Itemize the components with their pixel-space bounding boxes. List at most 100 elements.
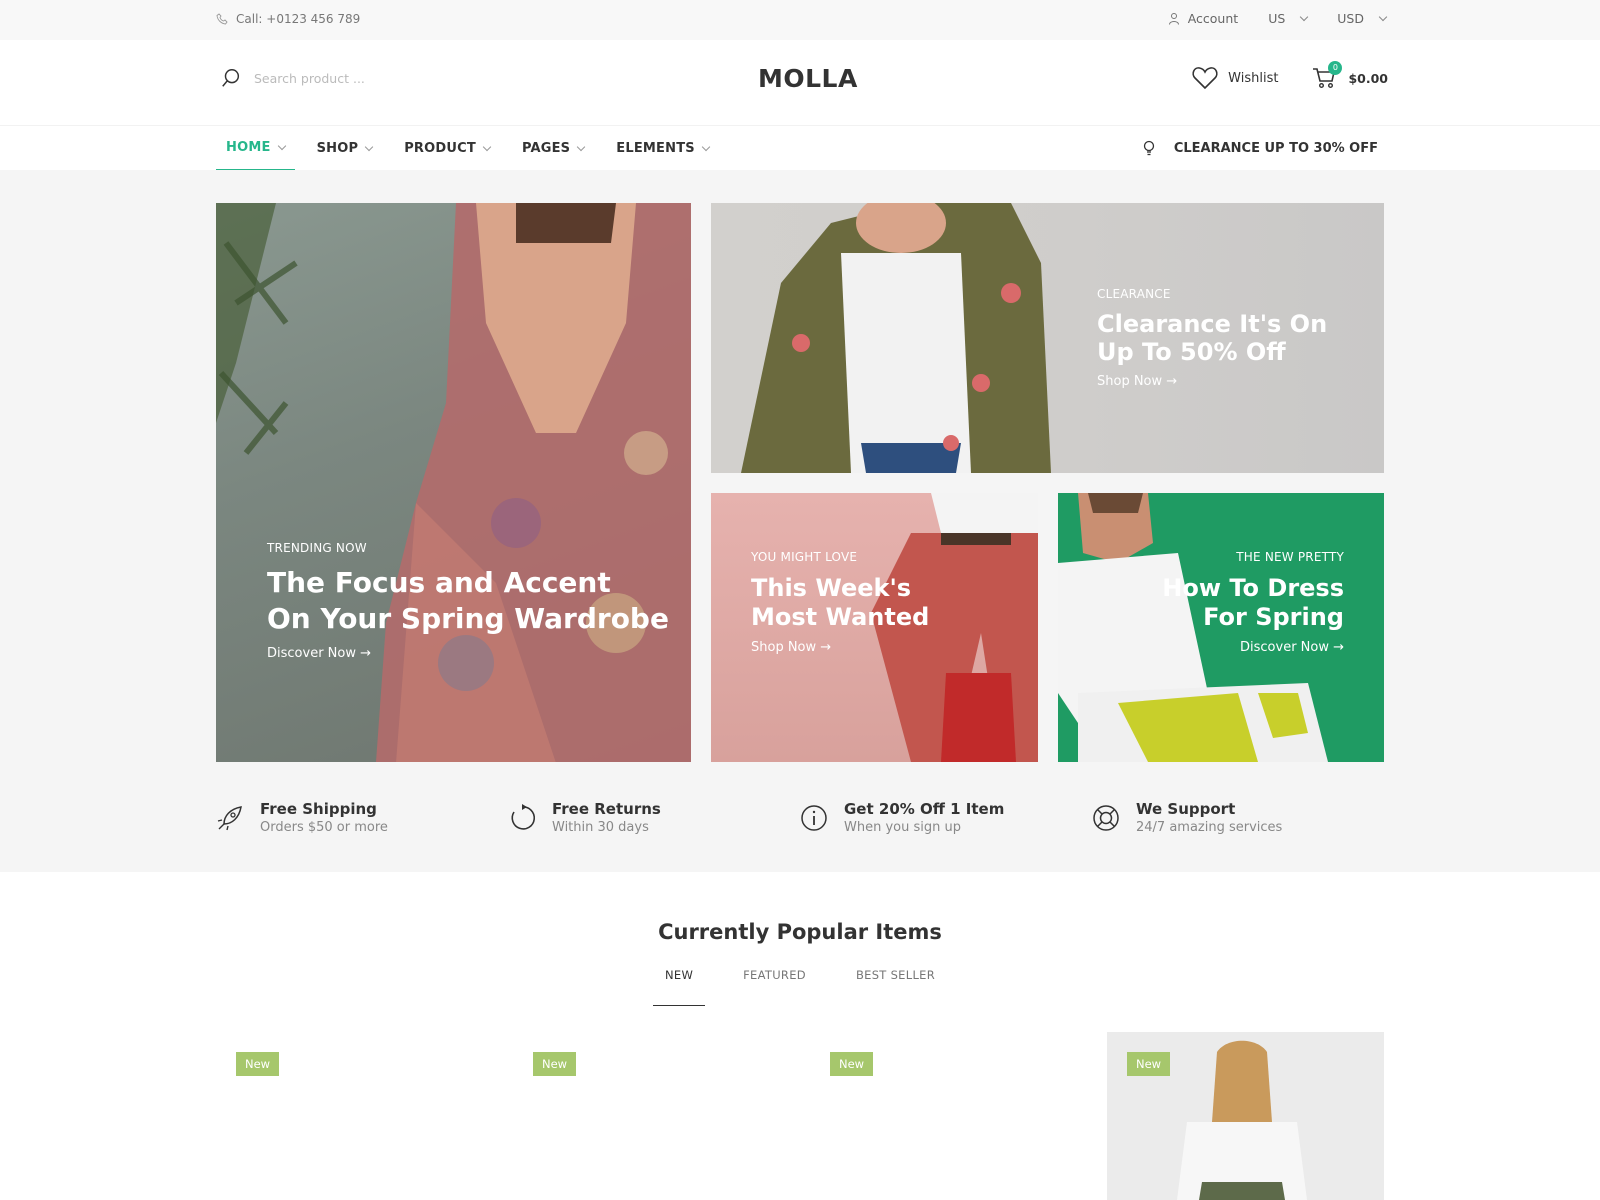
chevron-down-icon [577,142,586,151]
banner-text: TRENDING NOW The Focus and Accent On You… [267,541,669,661]
banner-link[interactable]: Shop Now → [1097,374,1327,389]
tab-best-seller[interactable]: BEST SELLER [844,968,947,1006]
feature-title: Free Shipping [260,800,377,818]
banner-subtitle: YOU MIGHT LOVE [751,550,858,564]
new-badge: New [1127,1052,1171,1076]
banner-most-wanted[interactable]: YOU MIGHT LOVE This Week's Most Wanted S… [711,493,1038,762]
banner-title: Clearance It's On Up To 50% Off [1097,310,1328,366]
feature-item: We Support 24/7 amazing services [1092,800,1384,835]
currency-value: USD [1337,11,1364,26]
clearance-promo-link[interactable]: CLEARANCE UP TO 30% OFF [1142,140,1378,156]
banner-title-line: On Your Spring Wardrobe [267,602,669,636]
cart-link[interactable]: 0 $0.00 [1312,61,1388,89]
rotate-icon [511,804,536,830]
cart-count-badge: 0 [1328,61,1343,75]
section-title: Currently Popular Items [658,920,942,944]
top-bar: Call: +0123 456 789 Account US USD [0,0,1600,40]
account-link[interactable]: Account [1168,11,1238,26]
new-badge: New [533,1052,577,1076]
banner-title: How To Dress For Spring [1162,574,1344,632]
main-nav: HOME SHOP PRODUCT PAGES ELEMENTS CLEARAN… [0,125,1600,171]
new-badge: New [236,1052,280,1076]
nav-item-label: PAGES [521,141,571,156]
banner-subtitle: THE NEW PRETTY [1236,550,1344,564]
banner-link[interactable]: Discover Now → [1162,640,1344,655]
banner-subtitle: CLEARANCE [1097,287,1171,301]
banner-title: This Week's Most Wanted [751,574,929,632]
banner-clearance[interactable]: CLEARANCE Clearance It's On Up To 50% Of… [711,203,1384,473]
feature-desc: 24/7 amazing services [1136,820,1283,835]
phone-contact[interactable]: Call: +0123 456 789 [216,12,360,26]
feature-item: Get 20% Off 1 Item When you sign up [800,800,1092,835]
logo[interactable]: MOLLA [758,64,858,93]
wishlist-link[interactable]: Wishlist [1192,66,1278,90]
chevron-down-icon [364,142,374,151]
feature-item: Free Returns Within 30 days [508,800,800,835]
banner-title-line: Clearance It's On [1097,310,1328,338]
banner-text: THE NEW PRETTY How To Dress For Spring D… [1162,550,1344,655]
banner-title-line: For Spring [1203,602,1344,631]
product-card[interactable]: New [810,1032,1087,1200]
nav-item-product[interactable]: PRODUCT [394,126,500,171]
banner-photo-model [216,203,691,762]
banner-trending[interactable]: TRENDING NOW The Focus and Accent On You… [216,203,691,762]
product-card[interactable]: New [216,1032,493,1200]
search-icon[interactable] [220,67,242,89]
feature-title: Get 20% Off 1 Item [844,800,1005,818]
nav-item-pages[interactable]: PAGES [512,126,594,171]
clearance-promo-text: CLEARANCE UP TO 30% OFF [1173,140,1378,156]
chevron-down-icon [1300,12,1309,21]
feature-item: Free Shipping Orders $50 or more [216,800,508,835]
product-card[interactable]: New [513,1032,790,1200]
user-icon [1168,13,1179,25]
nav-item-elements[interactable]: ELEMENTS [606,126,719,171]
nav-item-home[interactable]: HOME [216,126,295,171]
chevron-down-icon [277,141,286,150]
banner-text: YOU MIGHT LOVE This Week's Most Wanted S… [751,550,929,655]
cart-total: $0.00 [1348,70,1388,86]
heart-icon [1192,67,1218,90]
banner-title-line: Up To 50% Off [1097,337,1286,366]
hero-section: TRENDING NOW The Focus and Accent On You… [0,170,1600,872]
nav-item-label: HOME [226,140,271,155]
chevron-down-icon [1378,12,1388,21]
product-tabs: NEW FEATURED BEST SELLER [0,968,1600,1006]
banner-link[interactable]: Shop Now → [751,640,929,655]
phone-icon [216,13,228,25]
account-label: Account [1187,11,1239,26]
wishlist-label: Wishlist [1228,70,1279,86]
banner-subtitle: TRENDING NOW [267,541,367,555]
search-box [220,67,454,89]
feature-desc: Within 30 days [552,820,649,835]
lifebuoy-icon [1093,805,1119,831]
nav-item-shop[interactable]: SHOP [307,126,383,171]
banner-title: The Focus and Accent On Your Spring Ward… [267,565,669,638]
phone-text: Call: +0123 456 789 [236,12,361,26]
chevron-down-icon [482,142,492,151]
chevron-down-icon [701,142,711,151]
feature-desc: Orders $50 or more [260,820,388,835]
banner-new-pretty[interactable]: THE NEW PRETTY How To Dress For Spring D… [1058,493,1384,762]
currency-select[interactable]: USD [1337,11,1388,26]
nav-item-label: PRODUCT [404,141,476,156]
banner-title-line: The Focus and Accent [267,566,611,599]
tab-new[interactable]: NEW [652,968,706,1006]
product-grid: New New New New [216,1032,1384,1200]
rocket-icon [217,806,242,831]
tab-featured[interactable]: FEATURED [731,968,818,1006]
banner-text: CLEARANCE Clearance It's On Up To 50% Of… [1097,287,1327,389]
banner-title-line: Most Wanted [751,602,930,631]
header: MOLLA Wishlist 0 $0.00 [0,40,1600,125]
feature-desc: When you sign up [844,820,961,835]
product-card[interactable]: New [1107,1032,1384,1200]
nav-item-label: ELEMENTS [616,141,695,156]
nav-item-label: SHOP [316,141,359,156]
banner-title-line: How To Dress [1162,574,1344,602]
lightbulb-icon [1143,140,1154,156]
info-icon [801,805,827,831]
banner-link[interactable]: Discover Now → [267,646,669,661]
features-row: Free Shipping Orders $50 or more Free Re… [216,800,1384,835]
language-select[interactable]: US [1268,11,1309,26]
language-value: US [1268,11,1286,26]
search-input[interactable] [254,70,454,86]
